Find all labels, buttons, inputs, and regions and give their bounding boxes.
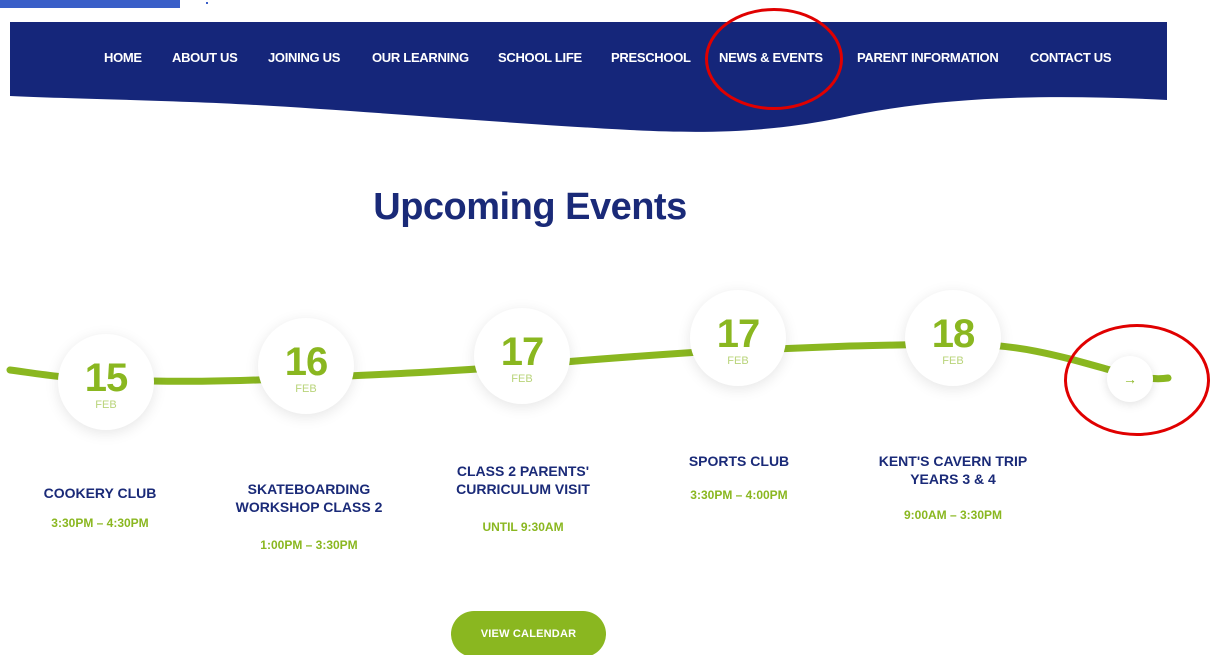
event-month: FEB	[942, 355, 964, 367]
top-edge-dot	[206, 2, 208, 4]
event-date-badge[interactable]: 18 FEB	[905, 290, 1001, 386]
event-item: KENT'S CAVERN TRIP YEARS 3 & 4 9:00AM – …	[858, 452, 1048, 522]
arrow-right-icon: →	[1123, 371, 1137, 387]
nav-item-news-events[interactable]: NEWS & EVENTS	[719, 50, 823, 65]
nav-item-preschool[interactable]: PRESCHOOL	[611, 50, 691, 65]
event-time: 1:00PM – 3:30PM	[260, 538, 358, 552]
event-time: UNTIL 9:30AM	[482, 520, 564, 534]
event-day: 17	[716, 312, 761, 356]
page: HOME ABOUT US JOINING US OUR LEARNING SC…	[0, 0, 1211, 655]
event-month: FEB	[295, 383, 317, 395]
section-title: Upcoming Events	[373, 186, 687, 228]
event-item: SPORTS CLUB 3:30PM – 4:00PM	[644, 452, 834, 502]
nav-item-contact-us[interactable]: CONTACT US	[1030, 50, 1112, 65]
nav-item-our-learning[interactable]: OUR LEARNING	[372, 50, 469, 65]
event-title[interactable]: CLASS 2 PARENTS' CURRICULUM VISIT	[428, 462, 618, 498]
event-time: 9:00AM – 3:30PM	[903, 508, 1003, 522]
event-date-badge[interactable]: 15 FEB	[58, 334, 154, 430]
event-item: CLASS 2 PARENTS' CURRICULUM VISIT UNTIL …	[428, 462, 618, 534]
event-time: 3:30PM – 4:30PM	[51, 516, 149, 530]
event-title[interactable]: COOKERY CLUB	[0, 484, 200, 502]
event-date-badge[interactable]: 17 FEB	[690, 290, 786, 386]
event-item: COOKERY CLUB 3:30PM – 4:30PM	[0, 484, 200, 530]
next-events-button[interactable]: →	[1107, 356, 1153, 402]
nav-item-home[interactable]: HOME	[104, 50, 142, 65]
event-date-badge[interactable]: 17 FEB	[474, 308, 570, 404]
event-date-badge[interactable]: 16 FEB	[258, 318, 354, 414]
nav-item-parent-information[interactable]: PARENT INFORMATION	[857, 50, 999, 65]
nav-item-joining-us[interactable]: JOINING US	[268, 50, 340, 65]
event-title[interactable]: KENT'S CAVERN TRIP YEARS 3 & 4	[858, 452, 1048, 488]
view-calendar-button[interactable]: VIEW CALENDAR	[451, 611, 606, 655]
nav-menu: HOME ABOUT US JOINING US OUR LEARNING SC…	[10, 22, 1167, 92]
event-month: FEB	[95, 399, 117, 411]
event-item: SKATEBOARDING WORKSHOP CLASS 2 1:00PM – …	[214, 480, 404, 552]
event-title[interactable]: SPORTS CLUB	[644, 452, 834, 470]
event-title[interactable]: SKATEBOARDING WORKSHOP CLASS 2	[214, 480, 404, 516]
main-nav: HOME ABOUT US JOINING US OUR LEARNING SC…	[10, 22, 1167, 132]
top-edge-mark	[0, 0, 180, 8]
event-day: 17	[500, 330, 545, 374]
nav-item-school-life[interactable]: SCHOOL LIFE	[498, 50, 582, 65]
event-month: FEB	[511, 373, 533, 385]
event-time: 3:30PM – 4:00PM	[690, 488, 788, 502]
event-day: 15	[84, 356, 129, 400]
event-day: 16	[284, 340, 329, 384]
event-month: FEB	[727, 355, 749, 367]
nav-item-about-us[interactable]: ABOUT US	[172, 50, 238, 65]
event-day: 18	[931, 312, 976, 356]
